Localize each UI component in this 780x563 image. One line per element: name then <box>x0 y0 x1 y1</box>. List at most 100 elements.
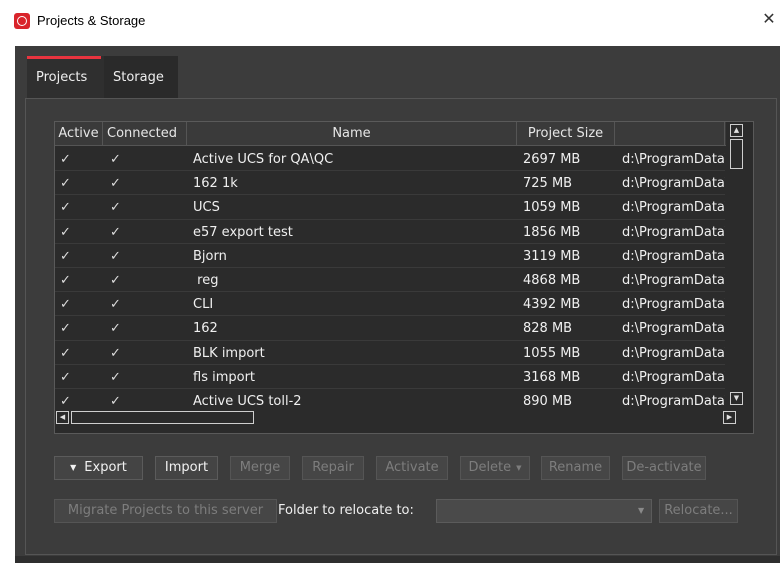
tab-storage[interactable]: Storage <box>104 56 178 98</box>
connected-check-icon[interactable]: ✓ <box>103 220 187 244</box>
connected-check-icon[interactable]: ✓ <box>103 292 187 316</box>
project-size: 2697 MB <box>523 152 581 167</box>
relocate-folder-select[interactable]: ▼ <box>436 499 652 523</box>
vertical-scrollbar[interactable]: ▲ ▼ <box>726 122 753 408</box>
column-header-project-size[interactable]: Project Size <box>517 122 615 146</box>
table-row[interactable]: ✓ ✓ e57 export test 1856 MB d:\ProgramDa… <box>55 220 725 244</box>
project-size: 725 MB <box>523 176 573 192</box>
column-header-path[interactable] <box>615 122 725 146</box>
delete-button[interactable]: Delete ▼ <box>460 456 530 480</box>
merge-button[interactable]: Merge <box>230 456 290 480</box>
bottom-strip <box>15 556 780 563</box>
tab-projects[interactable]: Projects <box>27 56 104 98</box>
table-row[interactable]: ✓ ✓ UCS 1059 MB d:\ProgramData\ <box>55 195 725 220</box>
repair-button[interactable]: Repair <box>302 456 364 480</box>
column-header-name[interactable]: Name <box>187 122 517 146</box>
project-size: 1059 MB <box>523 200 581 216</box>
project-name: Bjorn <box>193 248 227 264</box>
project-name: reg <box>193 272 219 288</box>
delete-button-label: Delete <box>468 460 512 475</box>
import-button[interactable]: Import <box>155 456 218 480</box>
project-name: CLI <box>193 297 214 313</box>
table-row[interactable]: ✓ ✓ Bjorn 3119 MB d:\ProgramData\ <box>55 244 725 268</box>
active-check-icon[interactable]: ✓ <box>55 171 103 195</box>
table-row[interactable]: ✓ ✓ reg 4868 MB d:\ProgramData\ <box>55 268 725 293</box>
active-check-icon[interactable]: ✓ <box>55 220 103 244</box>
connected-check-icon[interactable]: ✓ <box>103 171 187 195</box>
active-check-icon[interactable]: ✓ <box>55 147 103 171</box>
active-check-icon[interactable]: ✓ <box>55 195 103 219</box>
project-size: 1856 MB <box>523 224 581 240</box>
project-size: 4868 MB <box>523 272 581 288</box>
table-row[interactable]: ✓ ✓ fls import 3168 MB d:\ProgramData\ <box>55 365 725 389</box>
project-path: d:\ProgramData\ <box>622 321 725 337</box>
active-check-icon[interactable]: ✓ <box>55 268 103 292</box>
connected-check-icon[interactable]: ✓ <box>103 195 187 219</box>
scroll-right-arrow-icon[interactable]: ▶ <box>723 411 736 424</box>
project-path: d:\ProgramData\ <box>622 200 725 216</box>
project-path: d:\ProgramData\ <box>622 224 725 240</box>
project-name: 162 <box>193 321 218 337</box>
project-size: 3119 MB <box>523 248 581 264</box>
export-button[interactable]: ▼ Export <box>54 456 143 480</box>
horizontal-scrollbar[interactable]: ◀ ▶ <box>55 408 753 433</box>
connected-check-icon[interactable]: ✓ <box>103 268 187 292</box>
project-size: 4392 MB <box>523 297 581 313</box>
table-row[interactable]: ✓ ✓ 162 828 MB d:\ProgramData\ <box>55 316 725 341</box>
vertical-scroll-thumb[interactable] <box>730 139 743 169</box>
table-body: ✓ ✓ Active UCS for QA\QC 2697 MB d:\Prog… <box>55 147 725 414</box>
project-path: d:\ProgramData\ <box>622 345 725 361</box>
column-header-active[interactable]: Active <box>55 122 103 146</box>
active-check-icon[interactable]: ✓ <box>55 244 103 268</box>
connected-check-icon[interactable]: ✓ <box>103 147 187 171</box>
project-name: UCS <box>193 200 220 216</box>
table-row[interactable]: ✓ ✓ BLK import 1055 MB d:\ProgramData\ <box>55 341 725 365</box>
migrate-projects-button[interactable]: Migrate Projects to this server <box>54 499 277 523</box>
project-name: BLK import <box>193 345 265 361</box>
table-row[interactable]: ✓ ✓ CLI 4392 MB d:\ProgramData\ <box>55 292 725 317</box>
column-header-connected[interactable]: Connected <box>103 122 187 146</box>
project-path: d:\ProgramData\ <box>622 176 725 192</box>
relocate-folder-label: Folder to relocate to: <box>278 503 414 518</box>
active-check-icon[interactable]: ✓ <box>55 316 103 340</box>
scroll-left-arrow-icon[interactable]: ◀ <box>56 411 69 424</box>
rename-button[interactable]: Rename <box>541 456 610 480</box>
connected-check-icon[interactable]: ✓ <box>103 341 187 365</box>
export-button-label: Export <box>84 460 127 475</box>
deactivate-button[interactable]: De-activate <box>622 456 706 480</box>
project-size: 3168 MB <box>523 369 581 385</box>
table-header: Active Connected Name Project Size <box>55 122 753 146</box>
project-path: d:\ProgramData\ <box>622 297 725 313</box>
activate-button[interactable]: Activate <box>376 456 448 480</box>
project-name: Active UCS for QA\QC <box>193 152 334 167</box>
connected-check-icon[interactable]: ✓ <box>103 244 187 268</box>
relocate-button[interactable]: Relocate... <box>659 499 738 523</box>
table-row[interactable]: ✓ ✓ 162 1k 725 MB d:\ProgramData\ <box>55 171 725 196</box>
scroll-up-arrow-icon[interactable]: ▲ <box>730 124 743 137</box>
close-icon[interactable]: ✕ <box>760 9 778 29</box>
project-path: d:\ProgramData\ <box>622 369 725 385</box>
active-check-icon[interactable]: ✓ <box>55 341 103 365</box>
dialog-body: Projects Storage Active Connected Name P… <box>15 46 780 563</box>
dropdown-caret-icon: ▼ <box>70 463 77 472</box>
project-path: d:\ProgramData\ <box>622 152 725 167</box>
title-bar: Projects & Storage ✕ <box>0 0 780 46</box>
chevron-down-icon: ▼ <box>638 506 645 515</box>
projects-table: Active Connected Name Project Size ✓ ✓ A… <box>54 121 754 434</box>
window-title: Projects & Storage <box>37 13 146 28</box>
horizontal-scroll-thumb[interactable] <box>71 411 254 424</box>
project-name: e57 export test <box>193 224 293 240</box>
active-check-icon[interactable]: ✓ <box>55 365 103 389</box>
connected-check-icon[interactable]: ✓ <box>103 316 187 340</box>
table-row[interactable]: ✓ ✓ Active UCS for QA\QC 2697 MB d:\Prog… <box>55 147 725 172</box>
project-size: 828 MB <box>523 321 573 337</box>
active-check-icon[interactable]: ✓ <box>55 292 103 316</box>
scroll-down-arrow-icon[interactable]: ▼ <box>730 392 743 405</box>
app-logo-icon <box>14 13 30 29</box>
project-path: d:\ProgramData\ <box>622 272 725 288</box>
connected-check-icon[interactable]: ✓ <box>103 365 187 389</box>
project-name: fls import <box>193 369 256 385</box>
projects-panel: Active Connected Name Project Size ✓ ✓ A… <box>25 98 777 555</box>
project-size: 1055 MB <box>523 345 581 361</box>
project-name: 162 1k <box>193 176 238 192</box>
